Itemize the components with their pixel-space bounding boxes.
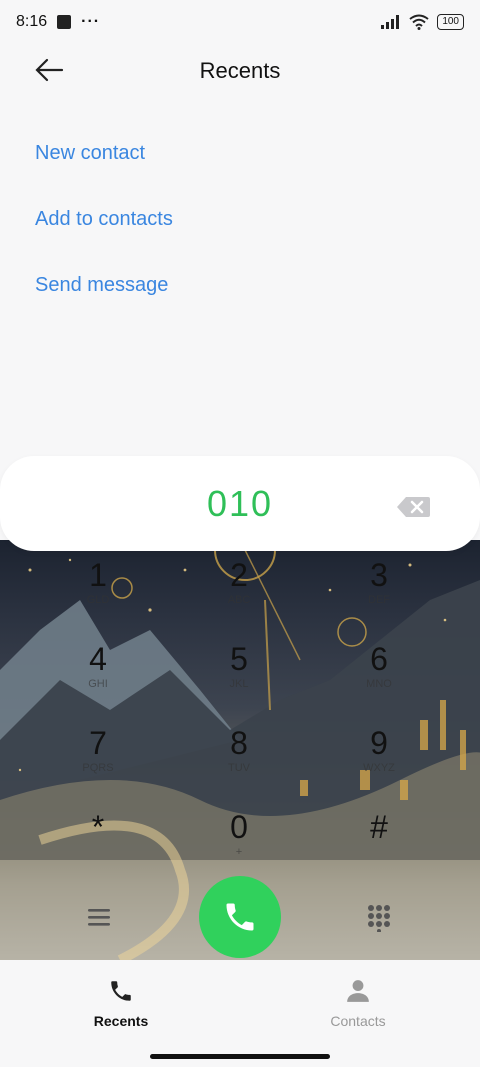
home-indicator bbox=[150, 1054, 330, 1059]
key-8[interactable]: 8 TUV bbox=[189, 724, 289, 804]
key-digit: 1 bbox=[89, 557, 107, 593]
send-message-link[interactable]: Send message bbox=[35, 262, 173, 328]
key-digit: 2 bbox=[230, 557, 248, 593]
backspace-icon[interactable] bbox=[396, 496, 430, 518]
tab-recents[interactable]: Recents bbox=[61, 978, 181, 1029]
key-letters: MNO bbox=[366, 678, 392, 690]
status-time: 8:16 bbox=[16, 13, 48, 30]
back-arrow-icon[interactable] bbox=[34, 57, 64, 83]
tab-contacts-label: Contacts bbox=[330, 1013, 386, 1029]
key-digit: 0 bbox=[230, 809, 248, 845]
key-digit: 6 bbox=[370, 641, 388, 677]
status-right: 100 bbox=[381, 14, 464, 30]
signal-icon bbox=[381, 15, 400, 29]
person-icon bbox=[347, 980, 369, 1002]
key-digit: # bbox=[370, 809, 388, 845]
key-digit: 7 bbox=[89, 725, 107, 761]
page-title: Recents bbox=[199, 58, 281, 83]
dialpad-icon[interactable] bbox=[366, 904, 392, 932]
dialed-number: 010 bbox=[206, 482, 274, 524]
key-1[interactable]: 1 GLD bbox=[48, 556, 148, 636]
key-3[interactable]: 3 DEF bbox=[329, 556, 429, 636]
phone-icon bbox=[226, 903, 254, 931]
tab-recents-label: Recents bbox=[93, 1013, 149, 1029]
number-display: 010 bbox=[0, 456, 480, 551]
tab-contacts[interactable]: Contacts bbox=[298, 978, 418, 1029]
header: Recents bbox=[0, 48, 480, 94]
key-digit: 4 bbox=[89, 641, 107, 677]
key-letters: DEF bbox=[368, 594, 390, 606]
status-bar: 8:16 ··· 100 bbox=[0, 0, 480, 44]
options-list: New contact Add to contacts Send message bbox=[35, 130, 173, 328]
key-letters: GLD bbox=[86, 594, 110, 606]
key-letters: + bbox=[235, 846, 243, 858]
notification-icon bbox=[57, 15, 72, 29]
wifi-icon bbox=[409, 14, 429, 30]
phone-icon bbox=[111, 981, 131, 1001]
key-letters: TUV bbox=[228, 762, 250, 774]
key-4[interactable]: 4 GHI bbox=[48, 640, 148, 720]
key-digit: 8 bbox=[230, 725, 248, 761]
key-2[interactable]: 2 ABC bbox=[189, 556, 289, 636]
key-6[interactable]: 6 MNO bbox=[329, 640, 429, 720]
tab-bar: Recents Contacts bbox=[0, 968, 480, 1048]
key-digit: 3 bbox=[370, 557, 388, 593]
dialer-controls bbox=[0, 876, 480, 960]
key-digit: 5 bbox=[230, 641, 248, 677]
key-letters: ABC bbox=[227, 594, 251, 606]
battery-icon: 100 bbox=[437, 14, 464, 30]
key-digit: * bbox=[91, 809, 105, 845]
key-9[interactable]: 9 WXYZ bbox=[329, 724, 429, 804]
call-button[interactable] bbox=[199, 876, 281, 958]
key-letters: WXYZ bbox=[363, 762, 395, 774]
new-contact-link[interactable]: New contact bbox=[35, 130, 173, 196]
more-notifications-icon: ··· bbox=[81, 13, 101, 30]
key-7[interactable]: 7 PQRS bbox=[48, 724, 148, 804]
key-letters: JKL bbox=[229, 678, 249, 690]
key-5[interactable]: 5 JKL bbox=[189, 640, 289, 720]
status-left: 8:16 ··· bbox=[16, 13, 100, 31]
menu-icon[interactable] bbox=[86, 906, 112, 928]
key-letters: GHI bbox=[88, 678, 108, 690]
key-digit: 9 bbox=[370, 725, 388, 761]
key-letters: PQRS bbox=[82, 762, 114, 774]
add-to-contacts-link[interactable]: Add to contacts bbox=[35, 196, 173, 262]
